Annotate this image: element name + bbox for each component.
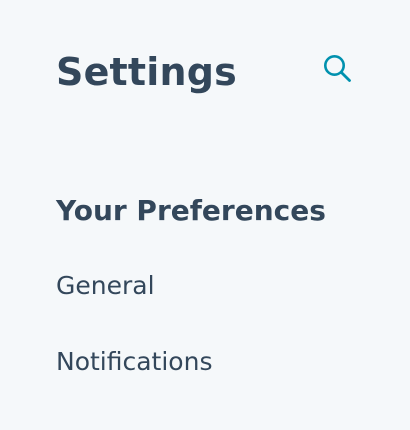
search-button[interactable] xyxy=(318,50,356,88)
sidebar-item-notifications[interactable]: Notifications xyxy=(56,346,212,378)
search-icon xyxy=(324,55,351,82)
section-heading-your-preferences: Your Preferences xyxy=(56,194,326,227)
sidebar-item-general[interactable]: General xyxy=(56,270,155,302)
page-title: Settings xyxy=(56,50,237,94)
settings-sidebar: Settings Your Preferences General Notifi… xyxy=(0,0,410,430)
